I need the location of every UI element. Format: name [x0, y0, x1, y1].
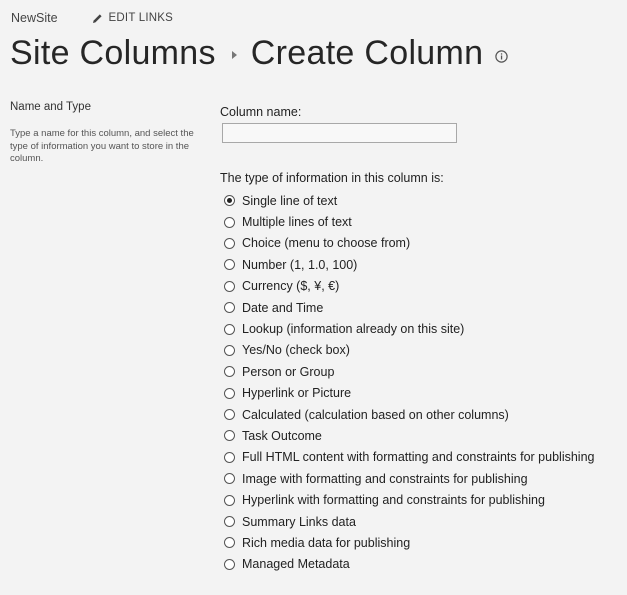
- column-type-option[interactable]: Hyperlink or Picture: [224, 383, 594, 404]
- page-title: Create Column: [250, 33, 484, 72]
- radio-button[interactable]: [224, 409, 235, 421]
- radio-button[interactable]: [224, 323, 235, 335]
- radio-button[interactable]: [224, 387, 235, 399]
- site-link-newsite[interactable]: NewSite: [11, 11, 58, 25]
- column-type-option-label: Person or Group: [242, 364, 335, 379]
- radio-button[interactable]: [224, 451, 235, 463]
- column-type-option-label: Managed Metadata: [242, 557, 350, 572]
- edit-links-label: EDIT LINKS: [108, 12, 173, 24]
- column-type-option[interactable]: Rich media data for publishing: [224, 532, 594, 553]
- radio-button[interactable]: [224, 259, 235, 271]
- info-icon[interactable]: [495, 49, 509, 63]
- column-type-option-label: Yes/No (check box): [242, 343, 350, 358]
- radio-button[interactable]: [224, 195, 235, 207]
- column-type-option-label: Date and Time: [242, 300, 324, 315]
- column-type-option-label: Summary Links data: [242, 514, 356, 529]
- column-type-option[interactable]: Yes/No (check box): [224, 340, 594, 361]
- column-type-option[interactable]: Single line of text: [224, 190, 594, 211]
- radio-button[interactable]: [224, 366, 235, 378]
- column-type-option[interactable]: Lookup (information already on this site…: [224, 318, 594, 339]
- radio-button[interactable]: [224, 302, 235, 314]
- column-type-option[interactable]: Full HTML content with formatting and co…: [224, 447, 594, 468]
- radio-button[interactable]: [224, 216, 235, 228]
- column-type-option-label: Rich media data for publishing: [242, 535, 411, 550]
- column-type-option[interactable]: Multiple lines of text: [224, 211, 594, 232]
- column-type-option[interactable]: Image with formatting and constraints fo…: [224, 468, 594, 489]
- page-header: Site Columns Create Column: [10, 30, 509, 76]
- column-type-option-label: Calculated (calculation based on other c…: [242, 407, 509, 422]
- column-type-option-label: Full HTML content with formatting and co…: [242, 450, 595, 465]
- chevron-right-icon: [231, 51, 237, 59]
- column-type-option-label: Choice (menu to choose from): [242, 236, 411, 251]
- radio-button[interactable]: [224, 473, 235, 485]
- column-type-option-label: Hyperlink with formatting and constraint…: [242, 493, 545, 508]
- column-type-option-label: Number (1, 1.0, 100): [242, 257, 358, 272]
- radio-button[interactable]: [224, 237, 235, 249]
- top-link-bar: NewSite EDIT LINKS: [11, 9, 173, 27]
- radio-button[interactable]: [224, 516, 235, 528]
- section-title: Name and Type: [10, 101, 91, 113]
- column-type-option-label: Image with formatting and constraints fo…: [242, 471, 528, 486]
- column-type-option-label: Single line of text: [242, 193, 338, 208]
- column-type-option-label: Task Outcome: [242, 428, 322, 443]
- radio-button[interactable]: [224, 537, 235, 549]
- radio-button[interactable]: [224, 430, 235, 442]
- column-type-option-label: Lookup (information already on this site…: [242, 322, 465, 337]
- column-type-option-label: Multiple lines of text: [242, 215, 352, 230]
- pencil-icon: [92, 13, 102, 23]
- column-name-label: Column name:: [220, 105, 302, 119]
- column-type-option[interactable]: Calculated (calculation based on other c…: [224, 404, 594, 425]
- edit-links-button[interactable]: EDIT LINKS: [92, 12, 173, 24]
- column-type-option[interactable]: Task Outcome: [224, 425, 594, 446]
- radio-button[interactable]: [224, 558, 235, 570]
- column-type-option-label: Hyperlink or Picture: [242, 386, 352, 401]
- column-type-option[interactable]: Number (1, 1.0, 100): [224, 254, 594, 275]
- column-type-option[interactable]: Hyperlink with formatting and constraint…: [224, 489, 594, 510]
- column-type-option[interactable]: Date and Time: [224, 297, 594, 318]
- column-type-radio-group: Single line of text Multiple lines of tex…: [224, 190, 594, 575]
- column-type-option[interactable]: Currency ($, ¥, €): [224, 276, 594, 297]
- column-type-option[interactable]: Person or Group: [224, 361, 594, 382]
- column-type-option[interactable]: Managed Metadata: [224, 554, 594, 575]
- radio-button[interactable]: [224, 344, 235, 356]
- column-type-option-label: Currency ($, ¥, €): [242, 279, 340, 294]
- column-name-input[interactable]: [222, 123, 457, 143]
- column-type-label: The type of information in this column i…: [220, 171, 444, 185]
- section-description: Type a name for this column, and select …: [10, 128, 194, 164]
- column-type-option[interactable]: Summary Links data: [224, 511, 594, 532]
- radio-button[interactable]: [224, 280, 235, 292]
- column-type-option[interactable]: Choice (menu to choose from): [224, 233, 594, 254]
- breadcrumb-site-columns[interactable]: Site Columns: [10, 34, 216, 73]
- radio-button[interactable]: [224, 494, 235, 506]
